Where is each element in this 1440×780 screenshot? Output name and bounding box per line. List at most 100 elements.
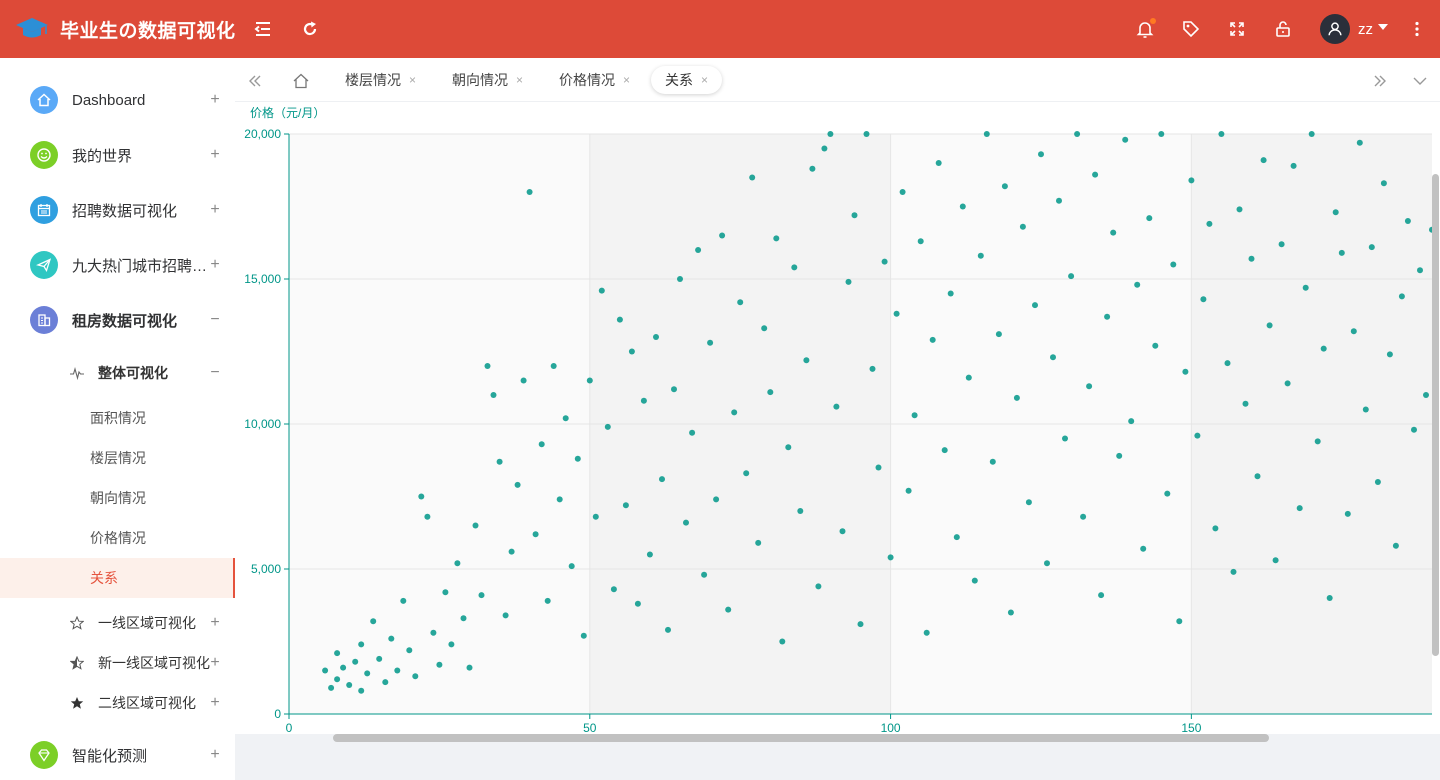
tab-relation[interactable]: 关系 ×	[651, 66, 723, 94]
scatter-point	[1374, 479, 1381, 485]
sidebar-region-tier2[interactable]: 二线区域可视化 +	[0, 683, 235, 723]
tab-label: 价格情况	[559, 72, 615, 88]
scatter-point	[1242, 400, 1249, 407]
sidebar-region-new-tier1[interactable]: 新一线区域可视化 +	[0, 643, 235, 683]
scatter-point	[1086, 383, 1093, 390]
tab-floor[interactable]: 楼层情况 ×	[345, 66, 416, 94]
scatter-point	[412, 673, 419, 680]
scatter-point	[538, 441, 545, 448]
double-left-icon[interactable]	[244, 70, 266, 92]
scatter-point	[370, 618, 377, 625]
scatter-point	[935, 160, 942, 166]
bell-icon[interactable]	[1133, 17, 1157, 41]
scatter-point	[899, 189, 906, 195]
horizontal-scrollbar[interactable]	[333, 734, 1269, 742]
sidebar-sub-price[interactable]: 价格情况	[0, 518, 235, 558]
sidebar-item-nine-cities[interactable]: 九大热门城市招聘… +	[0, 245, 235, 285]
scatter-point	[1248, 255, 1255, 262]
expand-icon[interactable]: +	[208, 614, 222, 632]
double-right-icon[interactable]	[1369, 70, 1391, 92]
y-tick-label: 10,000	[244, 417, 281, 431]
scatter-point	[1074, 131, 1081, 137]
fullscreen-icon[interactable]	[1225, 17, 1249, 41]
user-name[interactable]: zz	[1358, 21, 1373, 38]
scatter-point	[430, 629, 437, 636]
scatter-point	[646, 551, 653, 558]
tag-icon[interactable]	[1179, 17, 1203, 41]
sidebar-item-rental-viz[interactable]: 租房数据可视化 −	[0, 300, 235, 340]
expand-icon[interactable]: +	[208, 256, 222, 274]
more-vertical-icon[interactable]	[1405, 17, 1429, 41]
caret-down-icon[interactable]	[1377, 20, 1389, 38]
scatter-point	[857, 621, 864, 628]
sidebar-item-recruit-viz[interactable]: 招聘数据可视化 +	[0, 190, 235, 230]
expand-icon[interactable]: +	[208, 201, 222, 219]
lock-icon[interactable]	[1271, 17, 1295, 41]
scatter-point	[1302, 284, 1309, 291]
scatter-point	[382, 679, 389, 686]
user-avatar-icon[interactable]	[1320, 14, 1350, 44]
sidebar-sub-floor[interactable]: 楼层情况	[0, 438, 235, 478]
scatter-point	[556, 496, 563, 503]
tab-orientation[interactable]: 朝向情况 ×	[452, 66, 523, 94]
expand-icon[interactable]: +	[208, 746, 222, 764]
close-icon[interactable]: ×	[623, 73, 630, 87]
tab-price[interactable]: 价格情况 ×	[559, 66, 630, 94]
scatter-point	[550, 363, 557, 369]
collapse-icon[interactable]: −	[208, 364, 222, 382]
scatter-point	[797, 508, 804, 514]
scatter-point	[713, 496, 720, 503]
scatter-point	[1188, 177, 1195, 184]
refresh-icon[interactable]	[298, 17, 322, 41]
scatter-point	[653, 334, 659, 340]
user-menu[interactable]: zz	[1320, 13, 1389, 45]
sidebar-sub-orientation[interactable]: 朝向情况	[0, 478, 235, 518]
scatter-point	[1423, 392, 1429, 398]
sidebar-item-my-world[interactable]: 我的世界 +	[0, 135, 235, 175]
sidebar-sub-area[interactable]: 面积情况	[0, 398, 235, 438]
tab-label: 朝向情况	[452, 72, 508, 88]
scatter-point	[580, 632, 587, 639]
scatter-point	[1296, 505, 1303, 512]
menu-fold-icon[interactable]	[251, 17, 275, 41]
scatter-point	[683, 519, 689, 526]
expand-icon[interactable]: +	[208, 146, 222, 164]
expand-icon[interactable]: +	[208, 694, 222, 712]
scatter-point	[827, 131, 834, 137]
sidebar-group-label: 整体可视化	[98, 365, 168, 381]
scatter-point	[911, 412, 918, 419]
close-icon[interactable]: ×	[701, 73, 708, 87]
close-icon[interactable]: ×	[516, 73, 523, 87]
sidebar-region-tier1[interactable]: 一线区域可视化 +	[0, 603, 235, 643]
y-tick-label: 5,000	[251, 562, 281, 576]
building-icon	[30, 306, 58, 334]
scatter-point	[755, 539, 762, 546]
expand-icon[interactable]: +	[208, 91, 222, 109]
sidebar-item-dashboard[interactable]: Dashboard +	[0, 80, 235, 120]
scatter-point	[334, 676, 341, 683]
collapse-icon[interactable]: −	[208, 311, 222, 329]
vertical-scrollbar[interactable]	[1432, 174, 1439, 656]
sidebar-sub-relation[interactable]: 关系	[0, 558, 235, 598]
sidebar-item-prediction[interactable]: 智能化预测 +	[0, 735, 235, 775]
scatter-point	[1411, 426, 1417, 433]
scatter-point	[1056, 197, 1062, 204]
sidebar-group-overall[interactable]: 整体可视化 −	[0, 353, 235, 393]
sidebar-item-label: 租房数据可视化	[72, 312, 178, 330]
close-icon[interactable]: ×	[409, 73, 416, 87]
scatter-point	[707, 339, 714, 346]
scatter-point	[947, 290, 954, 297]
sidebar-region-label: 一线区域可视化	[98, 615, 196, 631]
scatter-point	[466, 664, 473, 671]
tab-home-icon[interactable]	[290, 70, 312, 92]
send-icon	[30, 251, 58, 279]
scatter-point	[1314, 438, 1321, 445]
scatter-point	[887, 554, 894, 561]
scatter-point	[472, 522, 479, 529]
expand-icon[interactable]: +	[208, 654, 222, 672]
scatter-point	[1344, 510, 1351, 517]
scatter-point	[346, 682, 353, 688]
scatter-point	[1206, 220, 1213, 227]
chevron-down-icon[interactable]	[1409, 70, 1431, 92]
scatter-point	[845, 278, 852, 285]
